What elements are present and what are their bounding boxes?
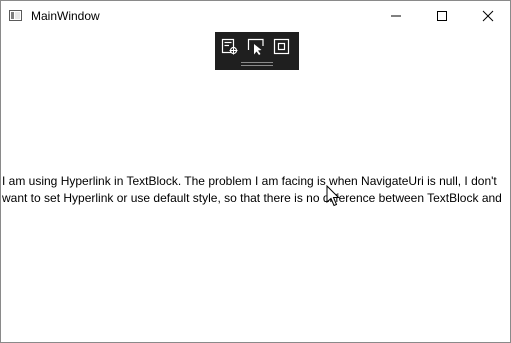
minimize-button[interactable] (373, 1, 419, 31)
live-visual-tree-icon (221, 38, 238, 55)
display-layout-adorners-icon (273, 38, 290, 55)
select-element-icon (247, 38, 264, 55)
maximize-button[interactable] (419, 1, 465, 31)
mouse-pointer-icon (326, 185, 340, 207)
minimize-icon (391, 15, 401, 17)
close-icon (482, 10, 494, 22)
select-element-button[interactable] (247, 38, 265, 56)
window-title: MainWindow (31, 9, 100, 23)
live-visual-tree-button[interactable] (221, 38, 239, 56)
title-bar[interactable]: MainWindow (1, 1, 510, 31)
main-window: MainWindow I am using Hyperlink in TextB… (0, 0, 511, 343)
app-window-icon (9, 10, 22, 21)
text-block: I am using Hyperlink in TextBlock. The p… (2, 174, 502, 205)
close-button[interactable] (465, 1, 511, 31)
display-layout-adorners-button[interactable] (273, 38, 291, 56)
maximize-icon (437, 11, 447, 21)
toolbar-grip-handle[interactable] (241, 62, 273, 66)
xaml-debug-toolbar (215, 32, 299, 70)
